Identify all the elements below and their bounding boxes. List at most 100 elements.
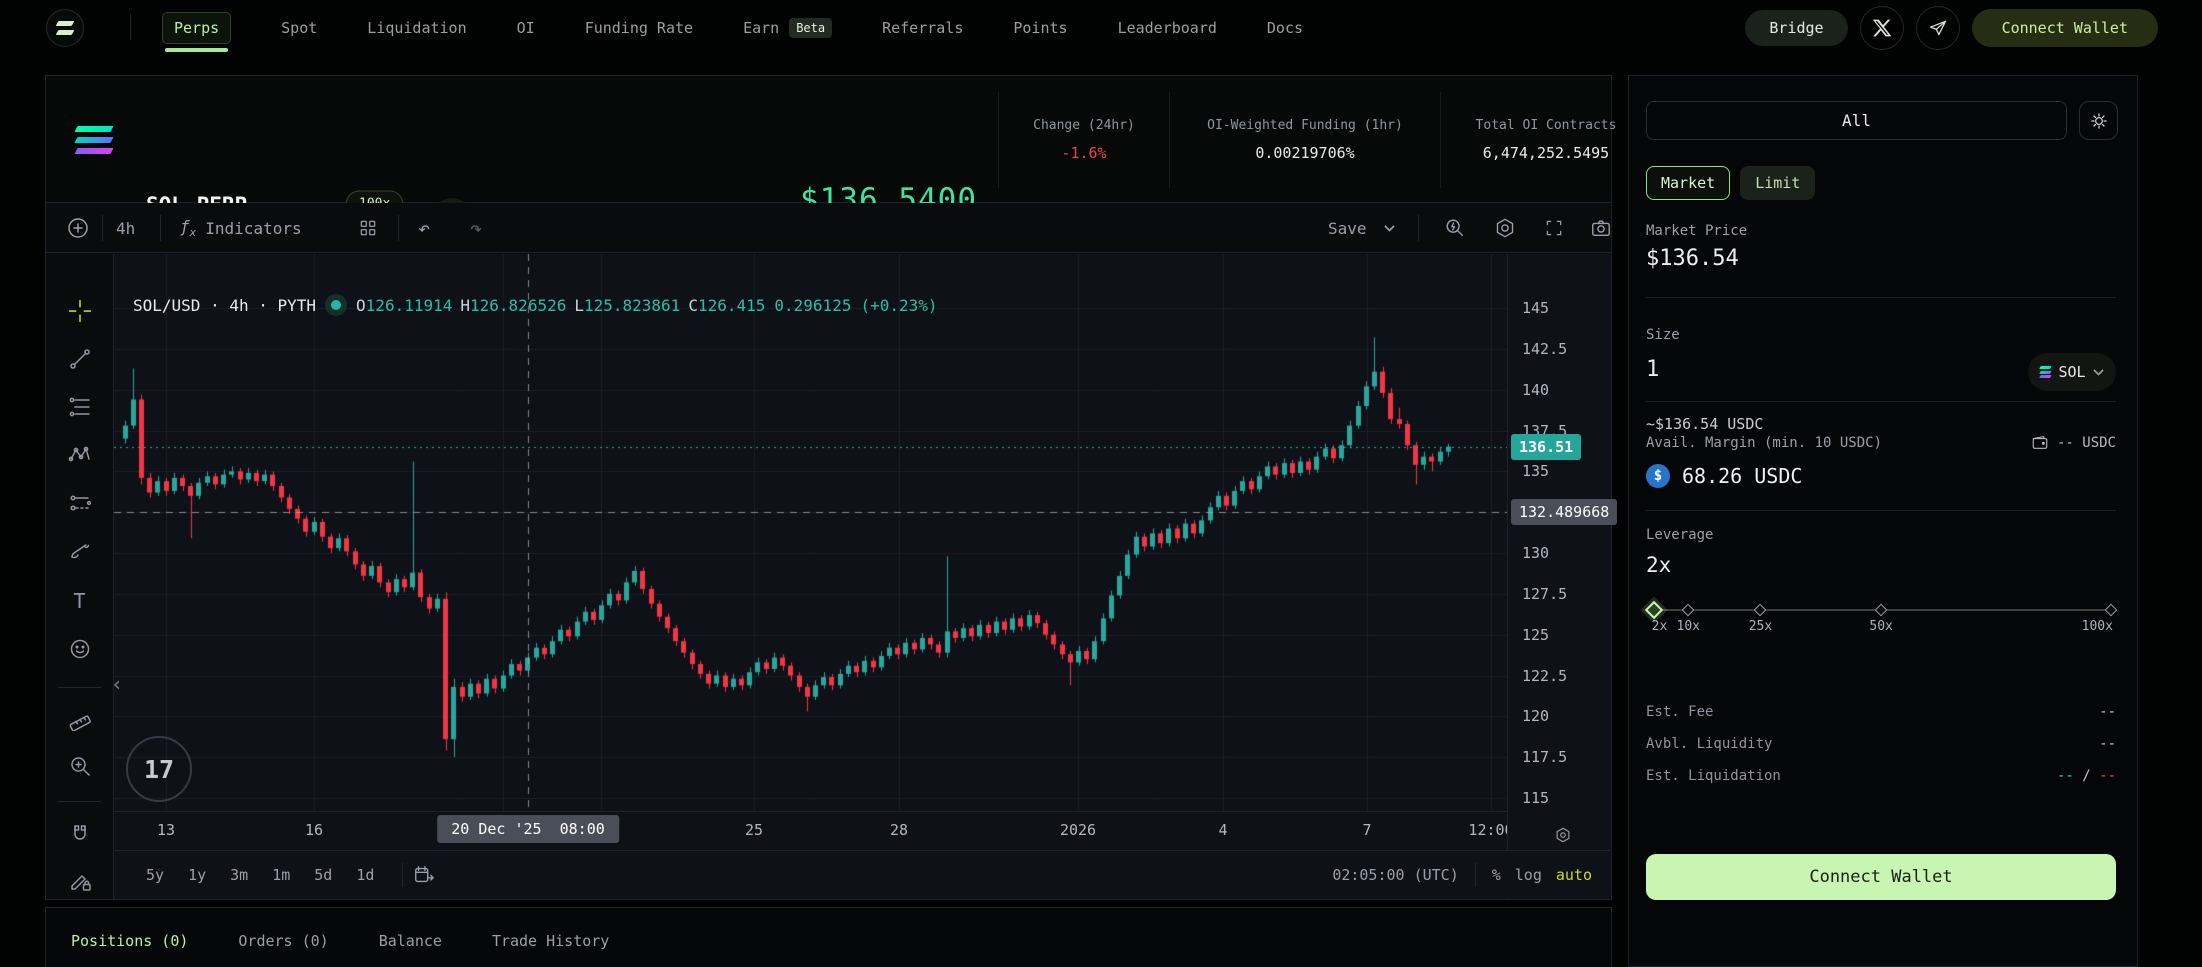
- snapshot-camera-button[interactable]: [1590, 203, 1612, 253]
- nav-item-label: Docs: [1267, 19, 1303, 37]
- xabcd-pattern-tool[interactable]: [68, 443, 92, 467]
- telegram-button[interactable]: [1916, 6, 1960, 50]
- pane-settings-icon[interactable]: [1554, 826, 1572, 844]
- forecast-tool[interactable]: [68, 491, 92, 515]
- range-button-1d[interactable]: 1d: [350, 863, 380, 887]
- tab-orders-0[interactable]: Orders (0): [238, 908, 328, 967]
- emoji-tool[interactable]: [68, 637, 92, 661]
- layout-grid-button[interactable]: [358, 203, 378, 253]
- rail-divider: [58, 687, 101, 688]
- nav-item-oi[interactable]: OI: [517, 19, 535, 37]
- stat-label: OI-Weighted Funding (1hr): [1207, 118, 1403, 133]
- leverage-mark-10x[interactable]: [1682, 604, 1695, 617]
- leverage-mark-100x[interactable]: [2105, 604, 2118, 617]
- market-header: SOL-PERP 100x $136.5400 Price Change (24…: [45, 75, 1612, 203]
- ruler-tool[interactable]: [68, 707, 92, 731]
- crosshair-time-badge: 20 Dec '25 08:00: [437, 815, 619, 843]
- percent-scale-toggle[interactable]: %: [1492, 866, 1501, 884]
- size-asset-select[interactable]: SOL: [2028, 353, 2116, 391]
- range-button-5d[interactable]: 5d: [308, 863, 338, 887]
- log-scale-toggle[interactable]: log: [1515, 866, 1542, 884]
- nav-item-leaderboard[interactable]: Leaderboard: [1118, 19, 1217, 37]
- chart-bottom-bar: 5y 1y 3m 1m 5d 1d 02:05:00 (UTC) % log auto: [114, 850, 1610, 898]
- chart-plot: SOL/USD · 4h · PYTH O126.11914H126.82652…: [114, 254, 1507, 811]
- rail-divider: [58, 801, 101, 802]
- order-type-limit[interactable]: Limit: [1740, 166, 1815, 200]
- indicators-button[interactable]: ƒx Indicators: [180, 203, 302, 253]
- chart-settings-button[interactable]: [1494, 203, 1516, 253]
- interval-button[interactable]: 4h: [116, 203, 135, 253]
- tab-balance[interactable]: Balance: [379, 908, 442, 967]
- panel-divider: [1646, 510, 2116, 511]
- estimate-row: Est. Fee--: [1646, 704, 2116, 720]
- nav-item-points[interactable]: Points: [1013, 19, 1067, 37]
- nav-item-perps[interactable]: Perps: [162, 12, 231, 44]
- zoom-in-tool[interactable]: [68, 754, 92, 778]
- price-axis-tick: 115: [1522, 789, 1549, 807]
- fullscreen-button[interactable]: [1544, 203, 1564, 253]
- nav-item-liquidation[interactable]: Liquidation: [367, 19, 466, 37]
- leverage-mark-50x[interactable]: [1875, 604, 1888, 617]
- range-button-1y[interactable]: 1y: [182, 863, 212, 887]
- crosshair-price-badge: 132.489668: [1511, 499, 1617, 525]
- time-axis-tick: 16: [305, 821, 323, 839]
- save-layout-button[interactable]: Save: [1328, 203, 1367, 253]
- go-to-date-icon[interactable]: [413, 864, 435, 886]
- range-button-5y[interactable]: 5y: [140, 863, 170, 887]
- panel-settings-button[interactable]: [2079, 101, 2118, 140]
- tab-trade-history[interactable]: Trade History: [492, 908, 609, 967]
- fib-retracement-tool[interactable]: [68, 395, 92, 419]
- nav-item-referrals[interactable]: Referrals: [882, 19, 963, 37]
- auto-scale-toggle[interactable]: auto: [1556, 866, 1592, 884]
- candlestick-chart[interactable]: [114, 254, 1507, 811]
- connect-wallet-nav-button[interactable]: Connect Wallet: [1972, 9, 2158, 47]
- range-button-1m[interactable]: 1m: [266, 863, 296, 887]
- draw-lock-tool[interactable]: [68, 869, 92, 893]
- collapse-rail-arrow[interactable]: ‹: [114, 672, 123, 696]
- app-logo[interactable]: [46, 9, 84, 47]
- tradingview-watermark[interactable]: 17: [126, 736, 192, 802]
- time-axis-tick: 13: [157, 821, 175, 839]
- text-tool-tool[interactable]: T: [73, 589, 85, 613]
- nav-item-docs[interactable]: Docs: [1267, 19, 1303, 37]
- range-button-3m[interactable]: 3m: [224, 863, 254, 887]
- bridge-button[interactable]: Bridge: [1745, 10, 1847, 46]
- leverage-mark-25x[interactable]: [1754, 604, 1767, 617]
- estimate-label: Avbl. Liquidity: [1646, 736, 1772, 752]
- leverage-mark-2x[interactable]: [1645, 601, 1663, 619]
- add-compare-button[interactable]: [66, 203, 90, 253]
- margin-balance-value: 68.26 USDC: [1682, 464, 1802, 488]
- order-type-market[interactable]: Market: [1646, 166, 1730, 200]
- undo-button[interactable]: ↶: [418, 203, 430, 253]
- market-filter-select[interactable]: All: [1646, 101, 2067, 140]
- brush-tool[interactable]: [68, 539, 92, 563]
- market-status-icon[interactable]: [325, 294, 347, 316]
- trend-line-tool[interactable]: [68, 347, 92, 371]
- x-social-button[interactable]: [1860, 6, 1904, 50]
- app-root: Perps Spot Liquidation OI Funding Rate EarnBe…: [0, 0, 2202, 967]
- magnet-tool[interactable]: [68, 822, 92, 846]
- price-axis-tick: 140: [1522, 381, 1549, 399]
- logo-slash-icon: [56, 30, 75, 35]
- connect-wallet-button[interactable]: Connect Wallet: [1646, 854, 2116, 900]
- legend-change-pct: (+0.23%): [860, 296, 937, 315]
- leverage-slider[interactable]: [1654, 603, 2111, 617]
- legend-ohlc-key: L: [574, 296, 584, 315]
- nav-item-earn[interactable]: EarnBeta: [743, 18, 832, 38]
- nav-item-funding-rate[interactable]: Funding Rate: [585, 19, 693, 37]
- time-axis[interactable]: 131622252820264712:0020 Dec '25 08:00: [114, 811, 1507, 846]
- chart-clock[interactable]: 02:05:00 (UTC): [1332, 866, 1458, 884]
- nav-item-label: Funding Rate: [585, 19, 693, 37]
- nav-item-spot[interactable]: Spot: [281, 19, 317, 37]
- size-input[interactable]: 1: [1646, 357, 1659, 382]
- stat-value: 6,474,252.5495: [1483, 144, 1609, 162]
- crosshair-tool[interactable]: [67, 298, 93, 324]
- redo-button[interactable]: ↷: [470, 203, 482, 253]
- quick-search-button[interactable]: [1444, 203, 1466, 253]
- time-axis-tick: 2026: [1060, 821, 1096, 839]
- nav-item-label: Leaderboard: [1118, 19, 1217, 37]
- stat-label: Total OI Contracts: [1476, 118, 1617, 133]
- price-axis[interactable]: 145142.5140137.5135130127.5125122.512011…: [1507, 254, 1611, 899]
- tab-positions-0[interactable]: Positions (0): [71, 908, 188, 967]
- save-chevron-button[interactable]: [1384, 203, 1395, 253]
